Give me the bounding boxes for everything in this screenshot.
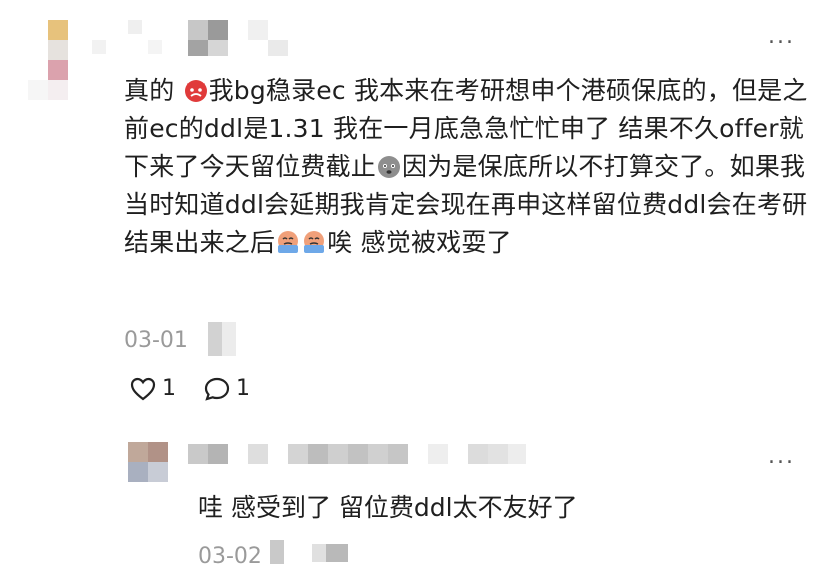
more-options-button[interactable]: ...	[768, 24, 795, 49]
reply-text: 哇 感受到了 留位费ddl太不友好了	[198, 493, 578, 522]
comment-date: 03-01	[124, 328, 188, 353]
reply-more-options-button[interactable]: ...	[768, 444, 795, 469]
like-count: 1	[162, 376, 176, 401]
more-icon: ...	[768, 444, 795, 469]
reply-button[interactable]: 1	[204, 376, 250, 401]
comment-icon	[204, 377, 230, 401]
reply-count: 1	[236, 376, 250, 401]
reply-date: 03-02	[198, 544, 262, 569]
sad-emoji-icon	[378, 156, 401, 178]
more-icon: ...	[768, 24, 795, 49]
heart-icon	[130, 377, 156, 400]
crying-emoji-icon	[278, 231, 299, 253]
crying-emoji-icon	[304, 231, 325, 253]
comment-text: 真的 我bg稳录ec 我本来在考研想申个港硕保底的，但是之前ec的ddl是1.3…	[124, 76, 808, 257]
devil-emoji-icon	[184, 80, 207, 102]
like-button[interactable]: 1	[130, 376, 176, 401]
